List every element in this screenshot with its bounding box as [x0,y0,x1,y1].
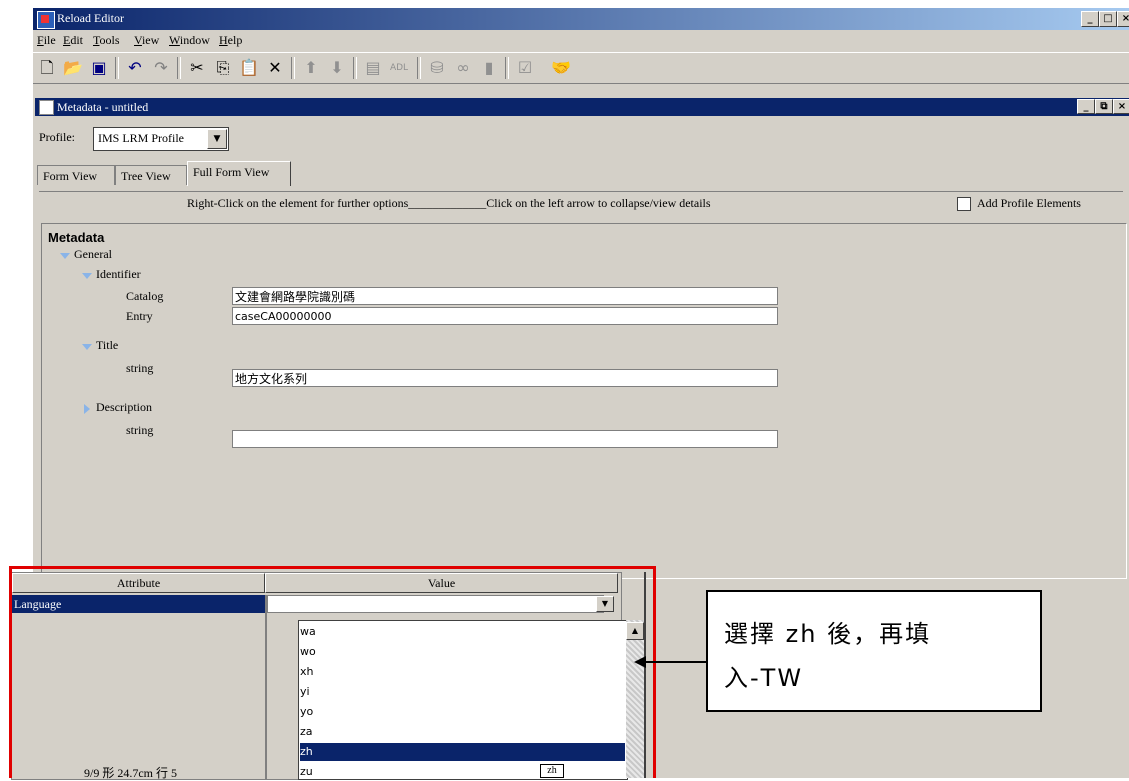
collapse-arrow-icon[interactable] [82,273,92,279]
title-string-label: string [126,361,154,375]
document-icon [39,100,54,115]
menu-view[interactable]: View [134,33,159,48]
delete-icon[interactable]: ✕ [263,57,287,79]
menu-bar: File Edit Tools View Window Help [33,30,1129,50]
catalog-field[interactable]: 文建會網路學院識別碼 [232,287,778,305]
menu-file[interactable]: File [37,33,56,48]
toolbar-separator [291,57,295,79]
collapse-arrow-icon[interactable] [82,344,92,350]
menu-window[interactable]: Window [169,33,210,48]
adl-icon[interactable]: ADL [387,57,411,79]
expand-arrow-icon[interactable] [84,404,90,414]
hint-bar: Right-Click on the element for further o… [39,191,1123,214]
identifier-label: Identifier [96,267,141,281]
metadata-form: Metadata General Identifier Catalog 文建會網… [41,223,1127,579]
toolbar-separator [505,57,509,79]
callout-line-1: 選擇 zh 後，再填 [724,620,932,648]
toolbar-separator [417,57,421,79]
arrow-icon [634,656,708,668]
tab-tree-view[interactable]: Tree View [115,165,187,185]
book-icon[interactable]: ▮ [477,57,501,79]
new-icon[interactable]: 🗋 [35,57,59,79]
toolbar: 🗋 📂 ▣ ↶ ↷ ✂ ⎘ 📋 ✕ ⬆ ⬇ ▤ ADL ⛁ ∞ ▮ ☑ 🤝 [33,52,1129,84]
hint-text: Right-Click on the element for further o… [187,196,711,210]
description-string-field[interactable] [232,430,778,448]
entry-field[interactable]: caseCA00000000 [232,307,778,325]
add-profile-elements-checkbox[interactable] [957,197,971,211]
inner-restore-button[interactable]: ⧉ [1095,99,1113,114]
close-button[interactable]: × [1117,11,1129,27]
undo-icon[interactable]: ↶ [123,57,147,79]
catalog-label: Catalog [126,289,164,303]
metadata-icon[interactable]: ▤ [361,57,385,79]
title-string-field[interactable]: 地方文化系列 [232,369,778,387]
toolbar-separator [353,57,357,79]
menu-tools[interactable]: Tools [93,33,120,48]
validate-icon[interactable]: ☑ [513,57,537,79]
toolbar-separator [177,57,181,79]
tab-full-form-view[interactable]: Full Form View [187,161,291,186]
profile-label: Profile: [39,130,75,144]
cut-icon[interactable]: ✂ [185,57,209,79]
paste-icon[interactable]: 📋 [237,57,261,79]
menu-edit[interactable]: Edit [63,33,83,48]
redo-icon[interactable]: ↷ [149,57,173,79]
description-string-label: string [126,423,154,437]
package-icon[interactable]: ⛁ [425,57,449,79]
move-up-icon[interactable]: ⬆ [299,57,323,79]
save-icon[interactable]: ▣ [87,57,111,79]
annotation-callout: 選擇 zh 後，再填 入-TW [706,590,1042,712]
app-icon [37,11,55,29]
metadata-root-label: Metadata [48,230,105,245]
menu-help[interactable]: Help [219,33,242,48]
inner-close-button[interactable]: × [1113,99,1129,114]
copy-icon[interactable]: ⎘ [211,57,235,79]
window-title: Reload Editor [57,11,124,25]
general-label: General [74,247,112,261]
open-icon[interactable]: 📂 [61,57,85,79]
maximize-button[interactable]: □ [1099,11,1117,27]
profile-value: IMS LRM Profile [98,131,185,145]
metadata-window-title-bar: Metadata - untitled _ ⧉ × [35,98,1129,116]
preview-icon[interactable]: ∞ [451,57,475,79]
tab-form-view[interactable]: Form View [37,165,115,185]
toolbar-separator [115,57,119,79]
callout-line-2: 入-TW [724,664,804,692]
title-bar: Reload Editor _ □ × [33,8,1129,30]
metadata-window-title: Metadata - untitled [57,100,149,114]
entry-label: Entry [126,309,153,323]
handshake-icon[interactable]: 🤝 [541,57,581,79]
chevron-down-icon[interactable]: ▼ [207,129,227,149]
title-label: Title [96,338,119,352]
profile-select[interactable]: IMS LRM Profile ▼ [93,127,229,151]
add-profile-elements-label: Add Profile Elements [977,196,1081,210]
minimize-button[interactable]: _ [1081,11,1099,27]
description-label: Description [96,400,152,414]
move-down-icon[interactable]: ⬇ [325,57,349,79]
inner-minimize-button[interactable]: _ [1077,99,1095,114]
red-highlight-box [9,566,656,778]
collapse-arrow-icon[interactable] [60,253,70,259]
